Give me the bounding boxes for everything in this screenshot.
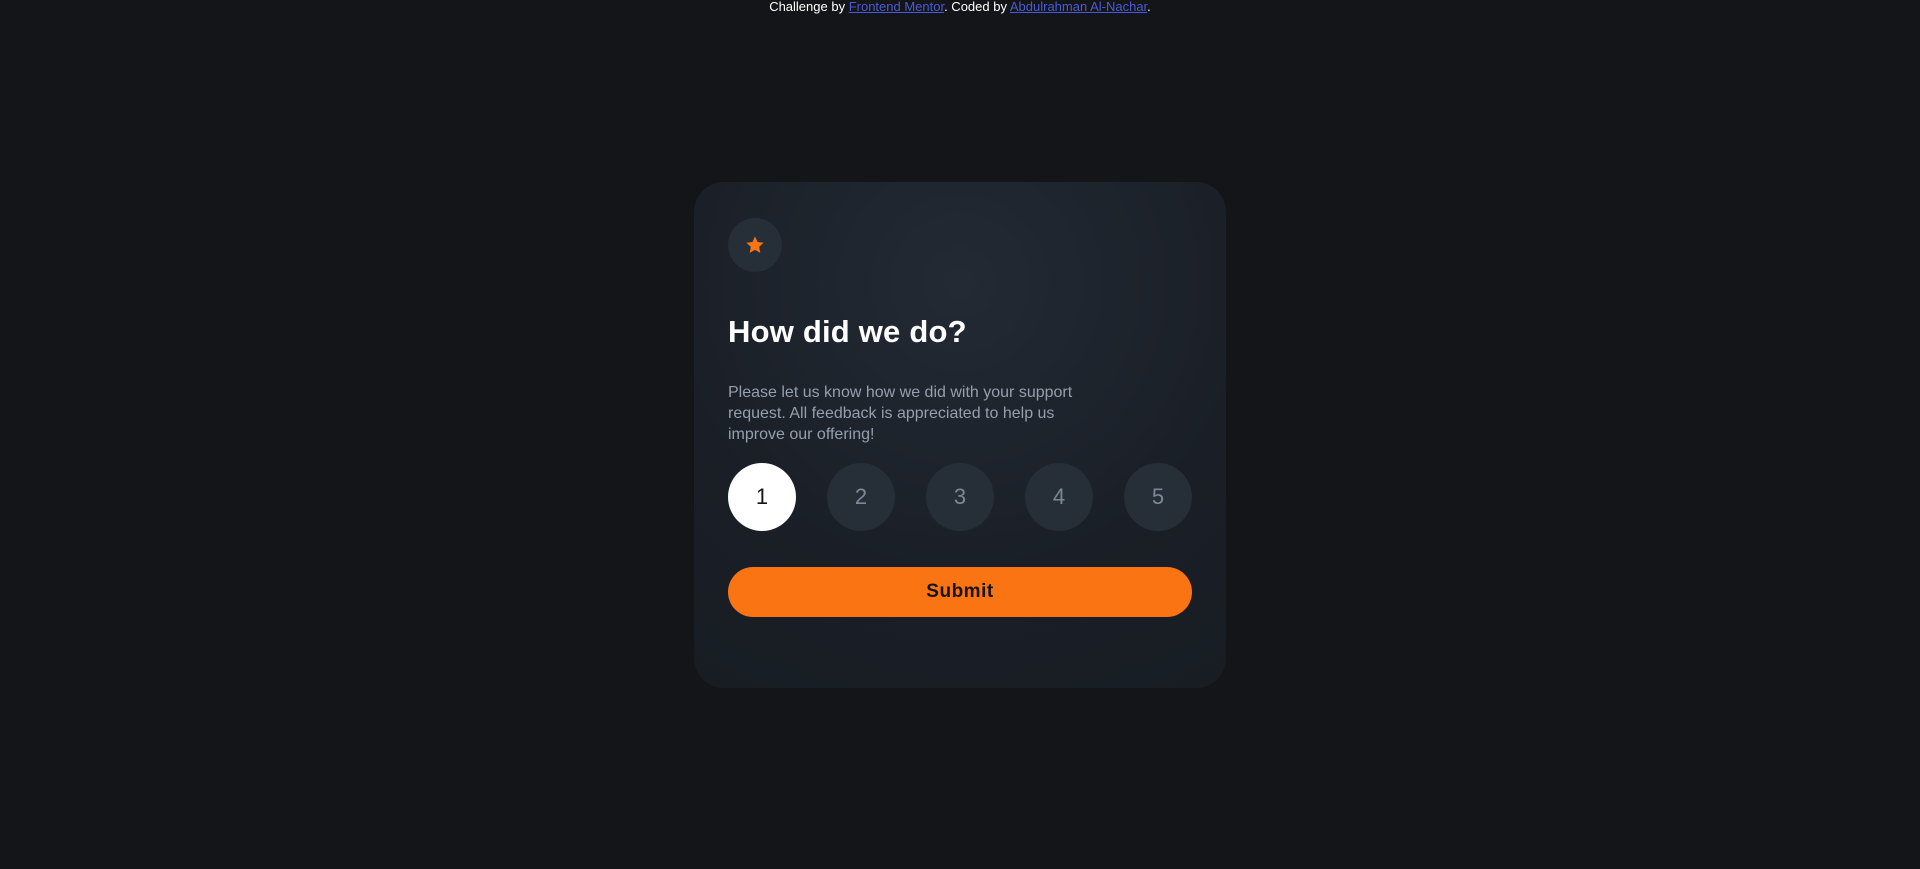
attribution: Challenge by Frontend Mentor. Coded by A… bbox=[0, 0, 1920, 14]
rating-option-4[interactable]: 4 bbox=[1025, 463, 1093, 531]
rating-option-3[interactable]: 3 bbox=[926, 463, 994, 531]
attribution-prefix: Challenge by bbox=[769, 0, 849, 14]
star-badge bbox=[728, 218, 782, 272]
rating-option-5[interactable]: 5 bbox=[1124, 463, 1192, 531]
rating-option-2[interactable]: 2 bbox=[827, 463, 895, 531]
card-title: How did we do? bbox=[728, 314, 967, 349]
card-description: Please let us know how we did with your … bbox=[728, 384, 1073, 443]
attribution-suffix: . bbox=[1147, 0, 1151, 14]
rating-option-1[interactable]: 1 bbox=[728, 463, 796, 531]
star-icon bbox=[746, 236, 764, 253]
author-link[interactable]: Abdulrahman Al-Nachar bbox=[1010, 0, 1147, 14]
rating-options: 1 2 3 4 5 bbox=[728, 463, 1192, 531]
submit-button[interactable]: Submit bbox=[728, 567, 1192, 617]
frontend-mentor-link[interactable]: Frontend Mentor bbox=[849, 0, 944, 14]
rating-card: How did we do? Please let us know how we… bbox=[694, 182, 1226, 688]
attribution-middle: . Coded by bbox=[944, 0, 1010, 14]
